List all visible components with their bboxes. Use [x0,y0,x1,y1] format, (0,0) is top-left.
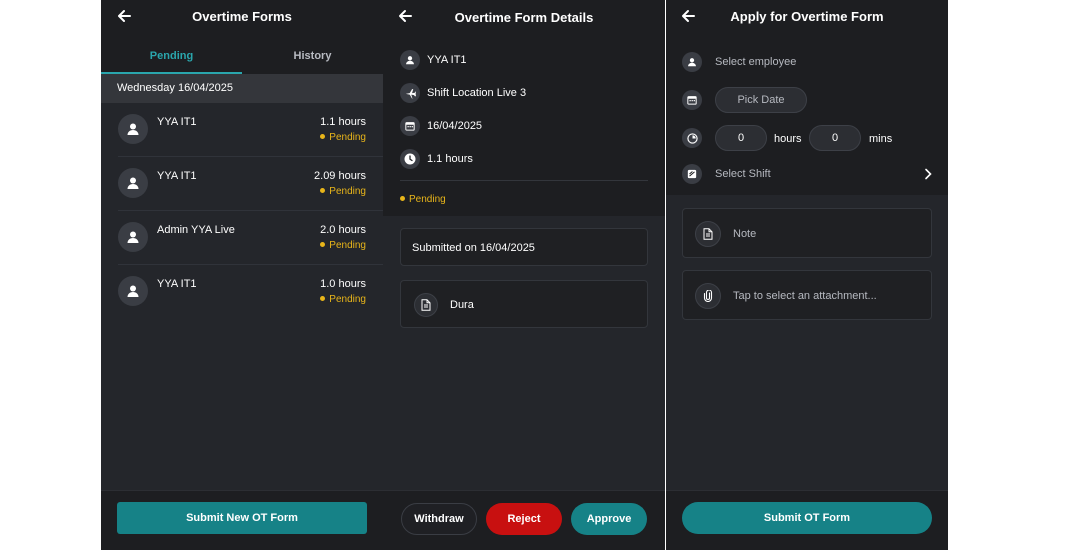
shift-select[interactable]: Select Shift [682,163,932,185]
list-item[interactable]: YYA IT1 2.09 hours Pending [101,157,383,210]
note-field[interactable]: Note [682,208,932,258]
overtime-form-details-screen: Overtime Form Details YYA IT1 Shift Loca… [383,0,665,550]
employee-name: YYA IT1 [157,170,197,182]
hours-value: 0 [737,132,745,144]
attachment-name: Dura [450,299,474,311]
status-label: Pending [329,294,366,305]
pick-date-label: Pick Date [737,94,785,106]
list-item[interactable]: YYA IT1 1.1 hours Pending [101,103,383,156]
employee-name: YYA IT1 [157,278,197,290]
tab-history[interactable]: History [242,44,383,74]
status-label: Pending [329,132,366,143]
paperclip-icon [695,283,721,309]
airplane-icon [400,83,420,103]
reject-button[interactable]: Reject [486,503,562,535]
approve-button[interactable]: Approve [571,503,647,535]
employee-name: Admin YYA Live [157,224,235,236]
document-icon [695,221,721,247]
shift-icon [682,164,702,184]
calendar-icon [400,116,420,136]
user-avatar-icon [118,222,148,252]
overtime-forms-screen: Overtime Forms Pending History Wednesday… [101,0,383,550]
user-icon [682,52,702,72]
employee-placeholder: Select employee [715,56,797,68]
page-title: Overtime Forms [192,9,292,24]
submitted-date: Submitted on 16/04/2025 [412,242,535,254]
document-icon [414,293,438,317]
status-label: Pending [329,240,366,251]
overtime-hours: 2.0 hours [320,224,366,236]
status-badge: Pending [400,194,446,205]
date-group-label: Wednesday 16/04/2025 [117,82,233,94]
withdraw-button[interactable]: Withdraw [401,503,477,535]
pick-date-button[interactable]: Pick Date [715,87,807,113]
overtime-hours: 2.09 hours [314,170,366,182]
timer-icon [682,128,702,148]
user-icon [400,50,420,70]
overtime-hours: 1.0 hours [320,278,366,290]
list-item[interactable]: YYA IT1 1.0 hours Pending [101,265,383,318]
tab-pending-label: Pending [149,50,194,62]
hours-input[interactable]: 0 [715,125,767,151]
tab-pending[interactable]: Pending [101,44,242,74]
user-avatar-icon [118,114,148,144]
overtime-hours: 1.1 hours [320,116,366,128]
shift-placeholder: Select Shift [715,168,771,180]
status-dot [320,134,326,139]
mins-value: 0 [831,132,839,144]
chevron-right-icon [924,167,932,185]
user-avatar-icon [118,168,148,198]
status-dot [320,188,326,193]
attachment-placeholder: Tap to select an attachment... [733,290,877,302]
shift-location: Shift Location Live 3 [427,87,527,99]
employee-name: YYA IT1 [157,116,197,128]
attachment-field[interactable]: Tap to select an attachment... [682,270,932,320]
list-item[interactable]: Admin YYA Live 2.0 hours Pending [101,211,383,264]
tab-history-label: History [293,50,332,62]
status-badge: Pending [320,240,366,251]
date-group-header: Wednesday 16/04/2025 [101,74,383,103]
calendar-icon [682,90,702,110]
status-badge: Pending [320,186,366,197]
employee-select[interactable]: Select employee [682,51,932,73]
page-title: Apply for Overtime Form [730,9,884,24]
page-title: Overtime Form Details [454,10,594,25]
hours-label: hours [774,133,802,145]
status-dot [320,242,326,247]
status-dot [320,296,326,301]
status-badge: Pending [320,294,366,305]
divider [400,180,648,181]
status-dot [400,196,405,201]
clock-icon [400,149,420,169]
submitted-card: Submitted on 16/04/2025 [400,228,648,266]
employee-name: YYA IT1 [427,54,467,66]
apply-overtime-form-screen: Apply for Overtime Form Select employee … [666,0,948,550]
status-label: Pending [409,194,446,205]
attachment-card[interactable]: Dura [400,280,648,328]
submit-ot-form-button[interactable]: Submit OT Form [682,502,932,534]
details-summary-panel [383,0,665,216]
user-avatar-icon [118,276,148,306]
mins-input[interactable]: 0 [809,125,861,151]
submit-new-ot-form-button[interactable]: Submit New OT Form [117,502,367,534]
status-label: Pending [329,186,366,197]
overtime-hours: 1.1 hours [427,153,473,165]
note-placeholder: Note [733,228,757,240]
overtime-date: 16/04/2025 [427,120,483,132]
mins-label: mins [869,133,893,145]
status-badge: Pending [320,132,366,143]
